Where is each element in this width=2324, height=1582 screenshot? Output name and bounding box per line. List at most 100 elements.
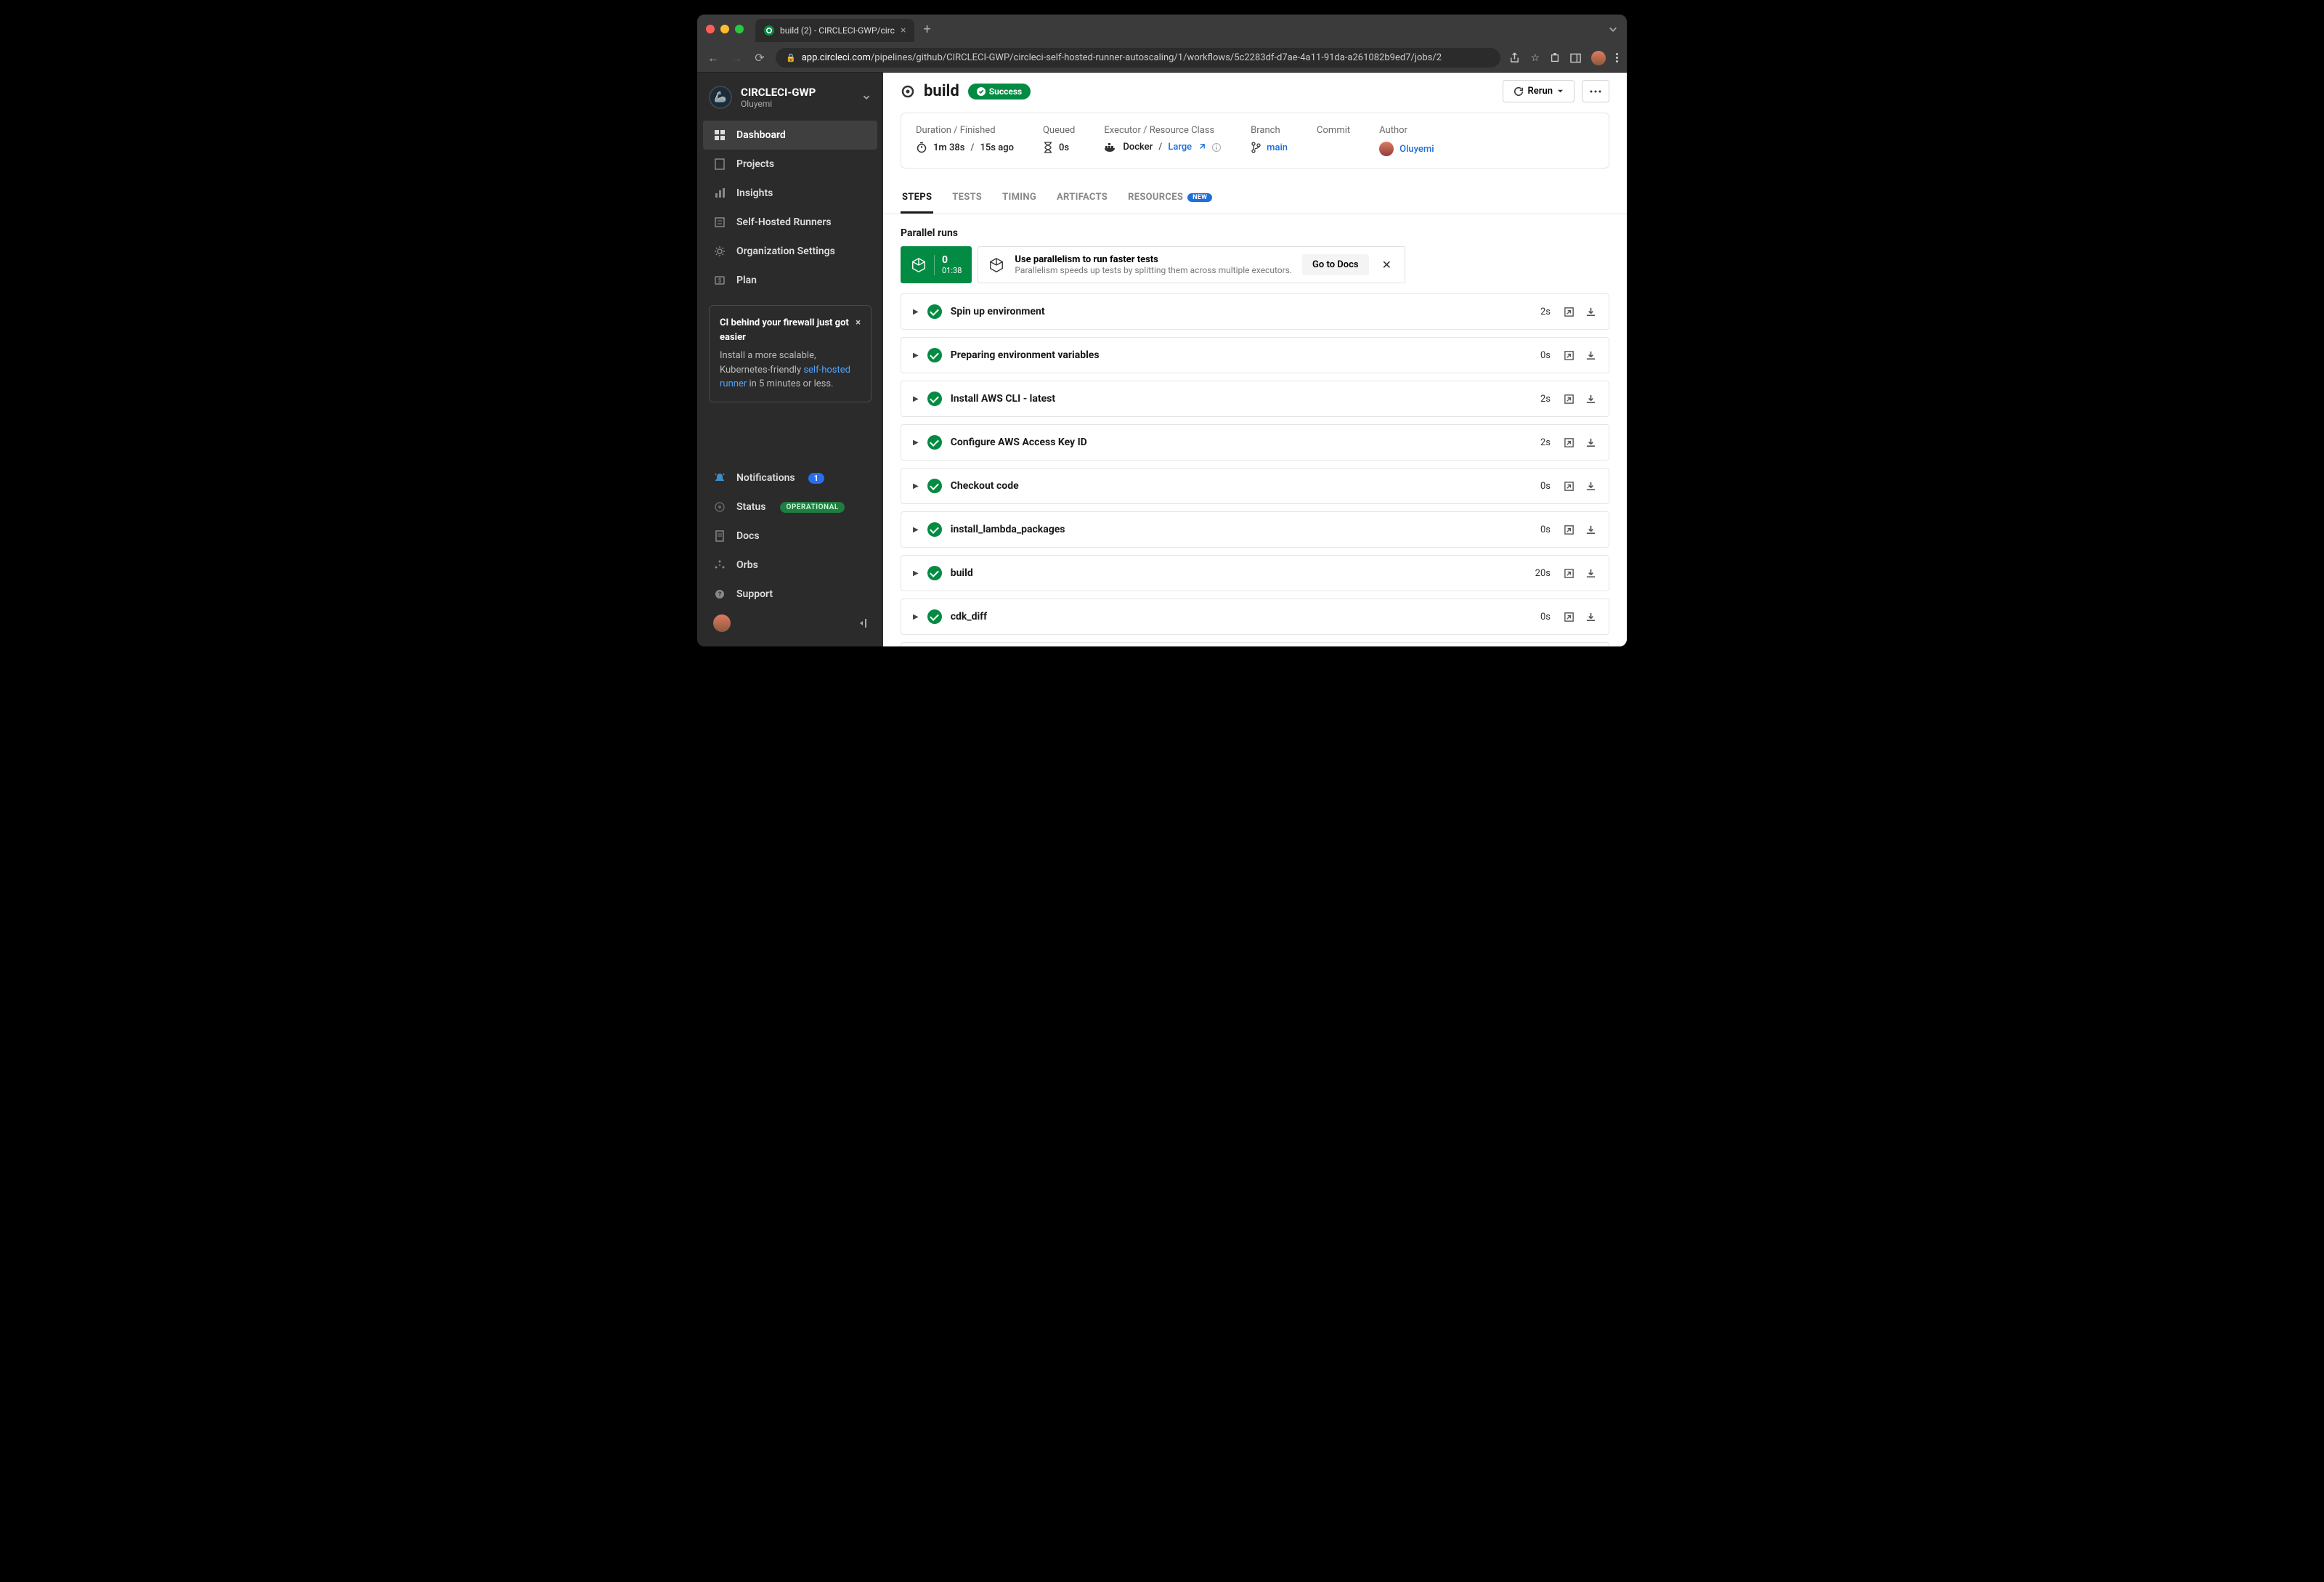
more-button[interactable]	[1582, 80, 1609, 102]
step-duration: 2s	[1540, 437, 1551, 448]
sidebar-item-dashboard[interactable]: Dashboard	[703, 121, 877, 150]
chevron-down-icon	[861, 92, 871, 102]
caret-right-icon: ▶	[913, 395, 919, 403]
meta-label: Commit	[1317, 125, 1350, 136]
step-name: Install AWS CLI - latest	[951, 393, 1532, 405]
tab-timing[interactable]: TIMING	[1001, 183, 1038, 214]
org-name: CIRCLECI-GWP	[741, 86, 853, 99]
download-icon[interactable]	[1584, 523, 1597, 536]
step-row[interactable]: ▶ install_lambda_packages 0s	[901, 511, 1609, 548]
open-external-icon[interactable]	[1562, 479, 1575, 492]
projects-icon	[713, 158, 726, 171]
nav-back-button[interactable]: ←	[706, 51, 720, 65]
download-icon[interactable]	[1584, 305, 1597, 318]
sidebar-item-runners[interactable]: Self-Hosted Runners	[697, 208, 883, 237]
step-row[interactable]: ▶ Install AWS CLI - latest 2s	[901, 381, 1609, 417]
meta-branch[interactable]: main	[1267, 142, 1288, 153]
step-duration: 0s	[1540, 524, 1551, 535]
svg-text:$: $	[718, 277, 722, 284]
open-external-icon[interactable]	[1562, 436, 1575, 449]
user-avatar-icon[interactable]	[713, 614, 731, 632]
tab-close-icon[interactable]: ×	[901, 25, 906, 36]
step-duration: 2s	[1540, 307, 1551, 317]
go-to-docs-button[interactable]: Go to Docs	[1302, 254, 1369, 275]
parallel-info-title: Use parallelism to run faster tests	[1015, 254, 1292, 265]
sidebar-item-docs[interactable]: Docs	[697, 522, 883, 551]
meta-executor-class[interactable]: Large	[1168, 142, 1192, 153]
promo-close-icon[interactable]: ×	[856, 316, 861, 330]
open-external-icon[interactable]	[1562, 610, 1575, 623]
sidebar-item-insights[interactable]: Insights	[697, 179, 883, 208]
window-maximize[interactable]	[735, 25, 744, 33]
url-domain: app.circleci.com	[802, 52, 871, 63]
open-external-icon[interactable]	[1562, 392, 1575, 405]
address-bar-icons: ☆	[1509, 51, 1618, 65]
step-duration: 0s	[1540, 350, 1551, 361]
download-icon[interactable]	[1584, 436, 1597, 449]
step-row[interactable]: ▶ Preparing environment variables 0s	[901, 337, 1609, 373]
open-external-icon[interactable]	[1562, 567, 1575, 580]
status-badge: OPERATIONAL	[780, 502, 844, 513]
step-row[interactable]: ▶ Configure AWS Access Key ID 2s	[901, 424, 1609, 461]
rerun-button[interactable]: Rerun	[1503, 80, 1575, 102]
meta-author[interactable]: Oluyemi	[1399, 144, 1434, 155]
download-icon[interactable]	[1584, 567, 1597, 580]
step-row[interactable]: ▶ Checkout code 0s	[901, 468, 1609, 504]
open-external-icon[interactable]	[1562, 349, 1575, 362]
meta-duration: 1m 38s	[933, 142, 964, 153]
profile-avatar-icon[interactable]	[1591, 51, 1606, 65]
sidebar-item-support[interactable]: ? Support	[697, 580, 883, 609]
status-badge: Success	[968, 84, 1031, 100]
tabs-chevron-icon[interactable]	[1608, 24, 1618, 34]
open-external-icon[interactable]	[1562, 523, 1575, 536]
download-icon[interactable]	[1584, 392, 1597, 405]
share-icon[interactable]	[1509, 52, 1520, 63]
info-icon[interactable]	[1211, 142, 1222, 153]
download-icon[interactable]	[1584, 479, 1597, 492]
tab-resources[interactable]: RESOURCES NEW	[1126, 183, 1214, 214]
sidebar-item-org-settings[interactable]: Organization Settings	[697, 237, 883, 266]
open-external-icon[interactable]	[1562, 305, 1575, 318]
step-row[interactable]: ▶ cdk_diff 0s	[901, 599, 1609, 635]
step-row[interactable]: ▶ build 20s	[901, 555, 1609, 591]
download-icon[interactable]	[1584, 610, 1597, 623]
parallel-run-0[interactable]: 0 01:38	[901, 246, 972, 283]
lock-icon: 🔒	[786, 53, 796, 62]
org-user: Oluyemi	[741, 99, 853, 109]
sidebar-item-plan[interactable]: $ Plan	[697, 266, 883, 295]
banner-close-icon[interactable]: ✕	[1379, 258, 1394, 272]
tab-steps[interactable]: STEPS	[901, 183, 933, 214]
browser-window: build (2) - CIRCLECI-GWP/circ × + ← → ⟳ …	[697, 15, 1627, 646]
org-switcher[interactable]: 🦾 CIRCLECI-GWP Oluyemi	[697, 81, 883, 121]
url-field[interactable]: 🔒 app.circleci.com/pipelines/github/CIRC…	[776, 48, 1500, 68]
bookmark-icon[interactable]: ☆	[1530, 52, 1540, 64]
window-close[interactable]	[706, 25, 715, 33]
browser-tab[interactable]: build (2) - CIRCLECI-GWP/circ ×	[755, 19, 914, 42]
success-check-icon	[927, 435, 942, 450]
step-row[interactable]: ▶ cdk_deploy 1m 8s	[901, 642, 1609, 646]
success-check-icon	[927, 566, 942, 580]
download-icon[interactable]	[1584, 349, 1597, 362]
tab-tests[interactable]: TESTS	[951, 183, 983, 214]
sidebar-item-projects[interactable]: Projects	[697, 150, 883, 179]
step-name: cdk_diff	[951, 611, 1532, 622]
success-check-icon	[927, 348, 942, 362]
meta-label: Duration / Finished	[916, 125, 1014, 136]
success-check-icon	[927, 609, 942, 624]
browser-menu-icon[interactable]	[1616, 53, 1618, 62]
parallel-time: 01:38	[942, 266, 962, 275]
extensions-icon[interactable]	[1550, 53, 1560, 63]
sidebar-collapse-icon[interactable]	[857, 617, 867, 629]
nav-reload-button[interactable]: ⟳	[752, 51, 767, 65]
circleci-icon	[901, 84, 915, 99]
sidebar-item-notifications[interactable]: Notifications 1	[697, 463, 883, 492]
panel-icon[interactable]	[1570, 53, 1581, 63]
sidebar-item-orbs[interactable]: Orbs	[697, 551, 883, 580]
tab-artifacts[interactable]: ARTIFACTS	[1055, 183, 1109, 214]
parallel-info-banner: Use parallelism to run faster tests Para…	[978, 246, 1405, 283]
nav-forward-button[interactable]: →	[729, 51, 744, 65]
new-tab-button[interactable]: +	[923, 22, 930, 37]
sidebar-item-status[interactable]: Status OPERATIONAL	[697, 492, 883, 522]
window-minimize[interactable]	[720, 25, 729, 33]
step-row[interactable]: ▶ Spin up environment 2s	[901, 293, 1609, 330]
